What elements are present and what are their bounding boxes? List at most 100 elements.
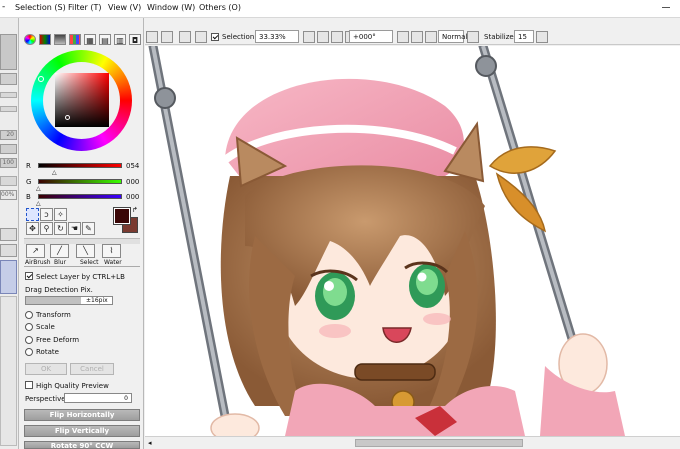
b-value[interactable]: 000	[126, 193, 139, 201]
menu-item-truncated[interactable]: -	[2, 2, 5, 12]
invert-selection-icon[interactable]	[161, 31, 173, 43]
zoom-value-box[interactable]: 00%	[0, 190, 17, 200]
g-slider[interactable]	[38, 179, 122, 184]
user-swatch-icon[interactable]: ▥	[114, 34, 126, 45]
magic-wand-icon[interactable]: ✧	[54, 208, 67, 221]
r-value[interactable]: 054	[126, 162, 139, 170]
drag-detection-fill	[26, 297, 81, 304]
selection-checkbox[interactable]	[211, 33, 219, 41]
scratchpad-icon[interactable]: ▤	[99, 34, 111, 45]
selection-fill-icon[interactable]	[195, 31, 207, 43]
layer-button[interactable]	[0, 244, 17, 257]
g-label: G	[26, 178, 32, 186]
camera-icon[interactable]: ◘	[129, 34, 141, 45]
strip-value-box[interactable]: 100	[0, 158, 17, 168]
rotate-left-icon[interactable]	[397, 31, 409, 43]
perspective-label: Perspective	[25, 395, 66, 403]
navigator-button[interactable]	[0, 73, 17, 85]
g-value[interactable]: 000	[126, 178, 139, 186]
radio-free-deform[interactable]	[25, 336, 33, 344]
strip-slider[interactable]	[0, 176, 17, 186]
selection-label: Selection	[222, 33, 255, 41]
radio-scale[interactable]	[25, 323, 33, 331]
eyedropper-icon[interactable]: ✎	[82, 222, 95, 235]
deselect-icon[interactable]	[146, 31, 158, 43]
strip-value-box[interactable]: 20	[0, 130, 17, 140]
flip-view-icon[interactable]	[467, 31, 479, 43]
rotate-ccw-button[interactable]: Rotate 90° CCW	[24, 441, 140, 449]
stabilizer-dropdown-icon[interactable]	[536, 31, 548, 43]
lasso-icon[interactable]: ↄ	[40, 208, 53, 221]
ok-button[interactable]: OK	[25, 363, 67, 375]
primary-color-swatch[interactable]	[113, 207, 131, 225]
blur-icon[interactable]: ╱	[50, 244, 69, 258]
angle-field[interactable]: +000°	[349, 30, 393, 43]
select-all-icon[interactable]	[179, 31, 191, 43]
divider	[24, 266, 140, 267]
layer-button[interactable]	[0, 228, 17, 241]
menu-filter[interactable]: Filter (T)	[68, 3, 101, 12]
radio-rotate[interactable]	[25, 348, 33, 356]
water-icon[interactable]: ⌇	[102, 244, 121, 258]
minimize-icon[interactable]	[662, 7, 670, 8]
flip-horizontally-button[interactable]: Flip Horizontally	[24, 409, 140, 421]
drawing-canvas[interactable]	[145, 46, 680, 436]
hq-preview-label: High Quality Preview	[36, 382, 109, 390]
perspective-field[interactable]: 0	[64, 393, 132, 403]
g-slider-handle[interactable]: △	[36, 185, 41, 192]
select-layer-checkbox[interactable]	[25, 272, 33, 280]
zoom-out-icon[interactable]	[303, 31, 315, 43]
swatch-icon[interactable]: ▦	[84, 34, 96, 45]
b-slider-handle[interactable]: △	[36, 200, 41, 207]
drag-detection-slider[interactable]: ±16pix	[25, 296, 113, 305]
menu-view[interactable]: View (V)	[108, 3, 141, 12]
r-slider-handle[interactable]: △	[52, 169, 57, 176]
color-palette-icon[interactable]	[69, 34, 81, 45]
horizontal-scrollbar[interactable]: ◂	[145, 436, 680, 449]
color-picker-cursor	[65, 115, 70, 120]
stabilizer-label: Stabilizer	[484, 33, 517, 41]
tool-panel: ▦ ▤ ▥ ◘ R 054 △ G 000 △ B 000 △ ↄ ✧ ✥ ⚲ …	[20, 18, 144, 449]
zoom-field[interactable]: 33.33%	[255, 30, 299, 43]
flip-vertically-button[interactable]: Flip Vertically	[24, 425, 140, 437]
rotate-reset-icon[interactable]	[425, 31, 437, 43]
color-wheel-icon[interactable]	[24, 34, 36, 45]
water-label[interactable]: Water	[104, 259, 122, 266]
blend-mode-field[interactable]: Normal	[438, 30, 467, 43]
scroll-left-icon[interactable]: ◂	[148, 439, 152, 447]
left-side-strip: 20 100 00%	[0, 18, 19, 449]
hq-preview-checkbox[interactable]	[25, 381, 33, 389]
cancel-button[interactable]: Cancel	[70, 363, 114, 375]
menu-selection[interactable]: Selection (S)	[15, 3, 66, 12]
menu-window[interactable]: Window (W)	[147, 3, 195, 12]
hand-icon[interactable]: ☚	[68, 222, 81, 235]
strip-value-box[interactable]	[0, 144, 17, 154]
menu-others[interactable]: Others (O)	[199, 3, 241, 12]
rect-select-icon[interactable]	[26, 208, 39, 221]
strip-slider[interactable]	[0, 92, 17, 98]
drag-detection-value: ±16pix	[86, 297, 108, 304]
hsv-slider-icon[interactable]	[54, 34, 66, 45]
free-deform-label: Free Deform	[36, 336, 80, 344]
saturation-value-square[interactable]	[55, 73, 109, 127]
stabilizer-field[interactable]: 15	[514, 30, 534, 43]
b-slider[interactable]	[38, 194, 122, 199]
rotate-right-icon[interactable]	[411, 31, 423, 43]
scrollbar-thumb[interactable]	[355, 439, 523, 447]
airbrush-icon[interactable]: ↗	[26, 244, 45, 258]
zoom-icon[interactable]: ⚲	[40, 222, 53, 235]
r-slider[interactable]	[38, 163, 122, 168]
strip-slider[interactable]	[0, 106, 17, 112]
swap-colors-icon[interactable]: ↱	[132, 206, 138, 214]
rotate-icon[interactable]: ↻	[54, 222, 67, 235]
zoom-in-icon[interactable]	[317, 31, 329, 43]
zoom-reset-icon[interactable]	[331, 31, 343, 43]
airbrush-label[interactable]: AirBrush	[25, 259, 51, 266]
select-label[interactable]: Select	[80, 259, 99, 266]
rgb-slider-icon[interactable]	[39, 34, 51, 45]
layer-thumbnail[interactable]	[0, 260, 17, 294]
blur-label[interactable]: Blur	[54, 259, 66, 266]
move-icon[interactable]: ✥	[26, 222, 39, 235]
select-brush-icon[interactable]: ╲	[76, 244, 95, 258]
radio-transform[interactable]	[25, 311, 33, 319]
